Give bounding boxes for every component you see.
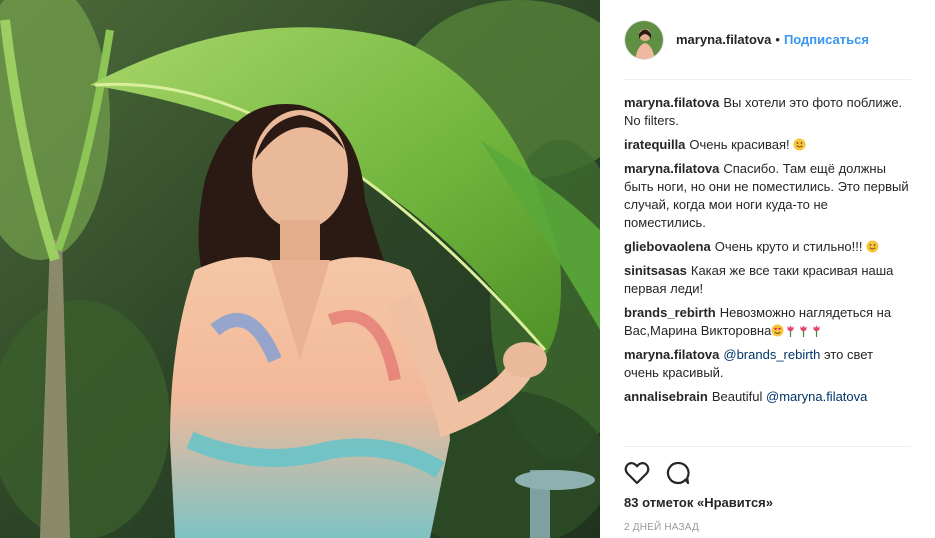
comment: maryna.filatova Спасибо. Там ещё должны б…	[624, 160, 911, 232]
tulip-emoji-icon	[787, 325, 794, 337]
tulip-emoji-icon	[800, 325, 807, 337]
comment: maryna.filatova @brands_rebirth это свет …	[624, 346, 911, 382]
follow-button[interactable]: Подписаться	[784, 32, 869, 47]
post-footer: 83 отметок «Нравится» 2 дней назад	[624, 446, 911, 538]
comment-mention[interactable]: @maryna.filatova	[766, 389, 867, 404]
comment-text: Очень круто и стильно!!!	[714, 239, 863, 254]
comments-list: maryna.filatova Вы хотели это фото поближ…	[624, 80, 911, 446]
post-sidebar: maryna.filatova • Подписаться maryna.fil…	[600, 0, 935, 538]
header-username[interactable]: maryna.filatova	[676, 32, 771, 47]
instagram-post: maryna.filatova • Подписаться maryna.fil…	[0, 0, 935, 538]
avatar-image-icon	[625, 20, 663, 59]
comment-username[interactable]: maryna.filatova	[624, 347, 719, 362]
avatar[interactable]	[624, 19, 664, 60]
comment: gliebovaolena Очень круто и стильно!!!	[624, 238, 911, 256]
comment-mention[interactable]: @brands_rebirth	[723, 347, 820, 362]
comment: annalisebrain Beautiful @maryna.filatova	[624, 388, 911, 406]
comment-username[interactable]: gliebovaolena	[624, 239, 711, 254]
comment-username[interactable]: maryna.filatova	[624, 161, 719, 176]
comment-text: Очень красивая!	[689, 137, 790, 152]
post-photo[interactable]	[0, 0, 600, 538]
post-timestamp[interactable]: 2 дней назад	[624, 522, 911, 533]
comment-username[interactable]: iratequilla	[624, 137, 685, 152]
photo-illustration	[0, 0, 600, 538]
comment-text: Beautiful	[711, 389, 763, 404]
tulip-emoji-icon	[813, 325, 820, 337]
action-bar	[624, 459, 911, 489]
smile-emoji-icon	[793, 138, 806, 151]
heart-eyes-emoji-icon	[771, 324, 784, 337]
likes-count[interactable]: 83 отметок «Нравится»	[624, 495, 911, 510]
post-header: maryna.filatova • Подписаться	[624, 0, 911, 80]
heart-outline-icon	[624, 461, 650, 484]
header-separator: •	[775, 32, 780, 47]
comment-username[interactable]: annalisebrain	[624, 389, 708, 404]
comment: iratequilla Очень красивая!	[624, 136, 911, 154]
comment-username[interactable]: sinitsasas	[624, 263, 687, 278]
comment-username[interactable]: brands_rebirth	[624, 305, 716, 320]
comment: brands_rebirth Невозможно наглядеться на …	[624, 304, 911, 340]
comment-username[interactable]: maryna.filatova	[624, 95, 719, 110]
like-button[interactable]	[624, 461, 650, 488]
comment: maryna.filatova Вы хотели это фото поближ…	[624, 94, 911, 130]
comment: sinitsasas Какая же все таки красивая наш…	[624, 262, 911, 298]
comment-button[interactable]	[666, 461, 690, 488]
smile-emoji-icon	[866, 240, 879, 253]
comment-bubble-icon	[666, 461, 690, 484]
